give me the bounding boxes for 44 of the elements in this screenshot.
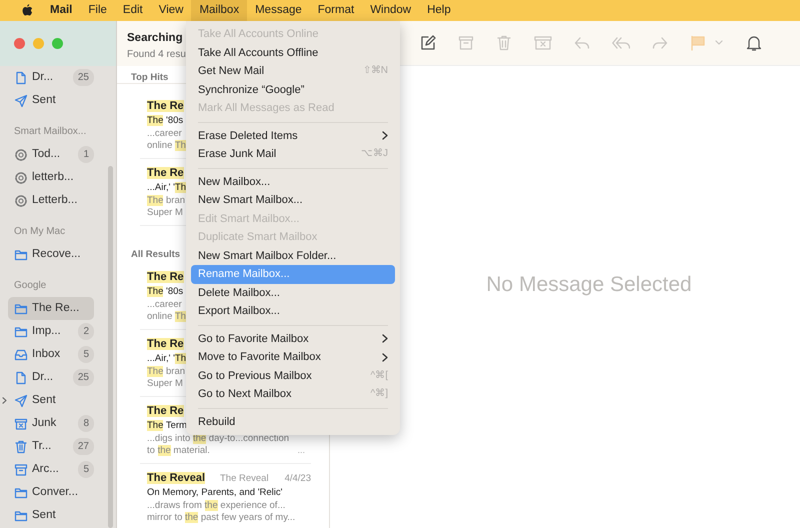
message-subject: The '80s	[147, 285, 184, 299]
message-snippet: ...career	[147, 299, 182, 311]
message-subject: ...Air,' 'Th	[147, 181, 186, 195]
mailbox-name: The Reveal	[220, 472, 269, 486]
group-heading: Top Hits	[131, 72, 168, 83]
message-date: 4/4/23	[284, 472, 311, 486]
sender: The Re	[147, 337, 184, 352]
sender: The Re	[147, 166, 184, 181]
keyboard-shortcut: ^⌘]	[370, 387, 388, 401]
count-badge: 1	[78, 146, 94, 163]
message-subject: On Memory, Parents, and 'Relic'	[147, 486, 282, 500]
count-badge: 8	[78, 415, 94, 432]
message-subject: The Term	[147, 419, 187, 433]
message-snippet: Super M	[147, 378, 183, 390]
count-badge: 27	[72, 438, 94, 455]
sender: The Reveal	[147, 471, 206, 486]
message-subject: ...Air,' 'Th	[147, 352, 186, 366]
message-snippet: ...career	[147, 128, 182, 140]
section-heading: Google	[13, 279, 48, 293]
message-snippet: mirror to the past few years of my...	[147, 512, 296, 524]
message-snippet: The bran	[147, 195, 186, 207]
count-badge: 25	[72, 369, 94, 386]
empty-state-text: No Message Selected	[486, 272, 692, 298]
results-count: Found 4 resu	[127, 48, 186, 62]
section-heading: Smart Mailbox...	[13, 125, 88, 139]
keyboard-shortcut: ⇧⌘N	[362, 64, 388, 78]
count-badge: 5	[78, 346, 94, 363]
count-badge: 2	[78, 323, 94, 340]
message-snippet: online Th	[147, 311, 186, 323]
count-badge: 5	[78, 461, 94, 478]
sender: The Re	[147, 270, 184, 285]
keyboard-shortcut: ⌥⌘J	[361, 147, 388, 161]
group-heading: All Results	[131, 249, 180, 260]
message-snippet: Super M	[147, 207, 183, 219]
sender: The Re	[147, 99, 184, 114]
search-title: Searching	[127, 31, 183, 46]
more-indicator: ...	[297, 444, 305, 456]
sender: The Re	[147, 404, 184, 419]
count-badge: 25	[72, 69, 94, 86]
keyboard-shortcut: ^⌘[	[370, 368, 388, 382]
message-snippet: online Th	[147, 140, 186, 152]
section-heading: On My Mac	[13, 225, 66, 239]
message-snippet: The bran	[147, 366, 186, 378]
message-subject: The '80s	[147, 114, 184, 128]
